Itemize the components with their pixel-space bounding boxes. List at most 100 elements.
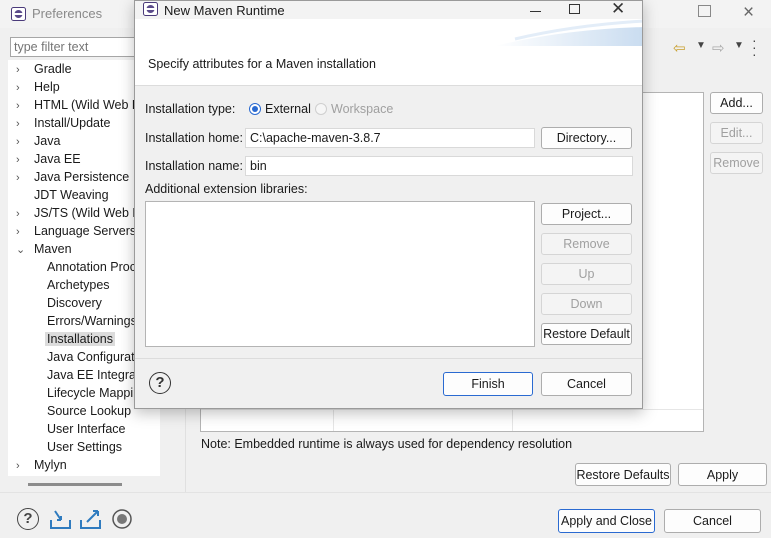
forward-arrow-icon[interactable]: ⇨ (712, 39, 725, 57)
tree-item[interactable]: User Settings (47, 438, 122, 456)
tree-item-label: Annotation Proce (47, 260, 143, 274)
tree-item-label: Install/Update (34, 116, 111, 130)
banner-decoration (495, 19, 642, 46)
apply-button[interactable]: Apply (678, 463, 767, 486)
chevron-right-icon[interactable]: › (16, 169, 34, 187)
record-icon[interactable] (111, 508, 133, 530)
tree-item-label: Installations (45, 332, 116, 346)
installation-name-input[interactable] (245, 156, 633, 176)
extension-libraries-list[interactable] (145, 201, 535, 347)
import-icon[interactable] (49, 508, 72, 530)
tree-item[interactable]: › Help (16, 78, 60, 96)
installation-name-label: Installation name: (145, 159, 243, 173)
chevron-right-icon[interactable]: › (16, 97, 34, 115)
export-icon[interactable] (79, 508, 102, 530)
tree-item[interactable]: › Language Servers (16, 222, 136, 240)
tree-item[interactable]: Annotation Proce (47, 258, 143, 276)
close-icon[interactable]: × (743, 2, 754, 24)
new-maven-runtime-dialog: New Maven Runtime ✕ Specify attributes f… (134, 0, 643, 409)
tree-item-label: Mylyn (34, 458, 67, 472)
tree-item-label: Archetypes (47, 278, 110, 292)
tree-item-label: Java EE (34, 152, 81, 166)
help-icon[interactable]: ? (17, 508, 39, 530)
back-arrow-icon[interactable]: ⇦ (673, 39, 686, 57)
tree-item[interactable]: ⌄ Maven (16, 240, 72, 258)
view-menu-icon[interactable]: · · · (752, 33, 757, 61)
move-down-button[interactable]: Down (541, 293, 632, 315)
eclipse-app-icon (11, 7, 26, 21)
workspace-radio[interactable] (315, 103, 327, 115)
external-radio[interactable] (249, 103, 261, 115)
minimize-icon[interactable] (530, 11, 541, 12)
edit-button[interactable]: Edit... (710, 122, 763, 144)
tree-item[interactable]: › Mylyn (16, 456, 67, 474)
tree-item[interactable]: Source Lookup (47, 402, 131, 420)
footer-separator (135, 358, 642, 359)
help-icon[interactable]: ? (149, 372, 171, 394)
tree-item-label: Discovery (47, 296, 102, 310)
dialog-cancel-button[interactable]: Cancel (541, 372, 632, 396)
external-radio-label[interactable]: External (265, 102, 311, 116)
eclipse-app-icon (143, 2, 158, 16)
tree-item[interactable]: › Java Persistence (16, 168, 129, 186)
tree-item[interactable]: › Java EE (16, 150, 81, 168)
chevron-right-icon[interactable]: › (16, 457, 34, 475)
tree-item-label: Maven (34, 242, 72, 256)
tree-item-label: Language Servers (34, 224, 137, 238)
maximize-icon[interactable] (698, 5, 711, 17)
remove-button[interactable]: Remove (710, 152, 763, 174)
finish-button[interactable]: Finish (443, 372, 533, 396)
chevron-right-icon[interactable]: › (16, 151, 34, 169)
tree-item[interactable]: Errors/Warnings (47, 312, 137, 330)
tree-horizontal-scrollbar[interactable] (28, 483, 122, 486)
maximize-icon[interactable] (569, 4, 580, 14)
close-icon[interactable]: ✕ (611, 0, 625, 19)
tree-item[interactable]: Java Configurator (47, 348, 146, 366)
project-button[interactable]: Project... (541, 203, 632, 225)
chevron-right-icon[interactable]: › (16, 115, 34, 133)
restore-defaults-button[interactable]: Restore Defaults (575, 463, 671, 486)
chevron-down-icon[interactable]: ⌄ (16, 241, 34, 259)
tree-item-label: Java Persistence (34, 170, 130, 184)
add-button[interactable]: Add... (710, 92, 763, 114)
tree-item-label: Lifecycle Mapping (47, 386, 148, 400)
workspace-radio-label[interactable]: Workspace (331, 102, 393, 116)
tree-item[interactable]: › Gradle (16, 60, 72, 78)
chevron-right-icon[interactable]: › (16, 79, 34, 97)
tree-item-label: Gradle (34, 62, 72, 76)
apply-and-close-button[interactable]: Apply and Close (558, 509, 655, 533)
tree-item[interactable]: › JS/TS (Wild Web De (16, 204, 148, 222)
cancel-button[interactable]: Cancel (664, 509, 761, 533)
window-title: Preferences (32, 6, 103, 21)
move-up-button[interactable]: Up (541, 263, 632, 285)
embedded-runtime-note: Note: Embedded runtime is always used fo… (201, 437, 573, 451)
chevron-right-icon[interactable]: › (16, 133, 34, 151)
installation-type-label: Installation type: (145, 102, 236, 116)
remove-library-button[interactable]: Remove (541, 233, 632, 255)
tree-item-label: User Settings (47, 440, 123, 454)
tree-item[interactable]: User Interface (47, 420, 126, 438)
chevron-right-icon[interactable]: › (16, 61, 34, 79)
chevron-down-icon[interactable]: ▼ (734, 40, 744, 51)
tree-item[interactable]: › Java (16, 132, 60, 150)
restore-default-button[interactable]: Restore Default (541, 323, 632, 345)
tree-item[interactable]: JDT Weaving (16, 186, 109, 204)
directory-button[interactable]: Directory... (541, 127, 632, 149)
extension-libraries-label: Additional extension libraries: (145, 182, 308, 196)
tree-item[interactable]: Discovery (47, 294, 102, 312)
installation-home-input[interactable] (245, 128, 535, 148)
tree-item-label: Help (34, 80, 60, 94)
tree-item[interactable]: Lifecycle Mapping (47, 384, 147, 402)
tree-item[interactable]: Archetypes (47, 276, 110, 294)
chevron-down-icon[interactable]: ▼ (696, 40, 706, 51)
dialog-titlebar: New Maven Runtime ✕ (135, 0, 642, 19)
chevron-right-icon[interactable]: › (16, 223, 34, 241)
dialog-message: Specify attributes for a Maven installat… (148, 57, 376, 71)
chevron-right-icon[interactable]: › (16, 205, 34, 223)
bottom-bar: ? Apply and Close Cancel (0, 492, 771, 538)
tree-item[interactable]: › HTML (Wild Web De (16, 96, 148, 114)
tree-item[interactable]: › Install/Update (16, 114, 110, 132)
tree-item[interactable]: Installations (45, 330, 116, 348)
tree-item-label: Source Lookup (47, 404, 132, 418)
tree-item-label: Errors/Warnings (47, 314, 137, 328)
